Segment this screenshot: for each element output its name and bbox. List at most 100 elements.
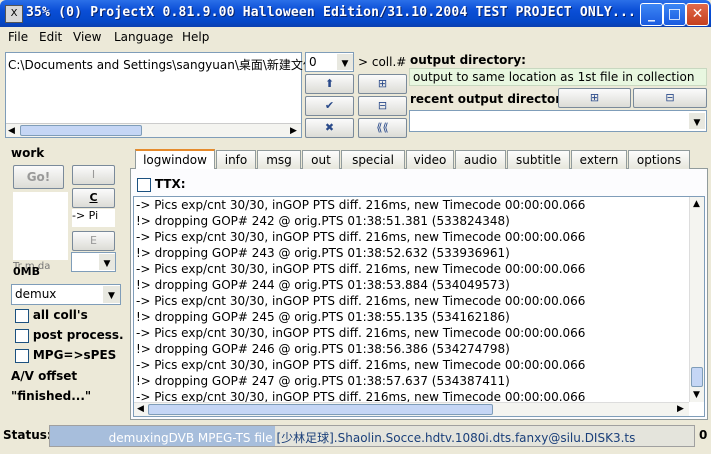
app-icon: X bbox=[5, 5, 23, 23]
all-colls-checkbox[interactable]: all coll's bbox=[15, 308, 88, 323]
mpg-spes-label: MPG=>sPES bbox=[32, 348, 117, 362]
remove-collection-button[interactable]: ⊟ bbox=[358, 96, 407, 116]
title-bar: X 35% (0) ProjectX 0.81.9.00 Halloween E… bbox=[0, 0, 711, 27]
chevron-down-icon[interactable]: ▼ bbox=[99, 254, 115, 270]
log-line: -> Pics exp/cnt 30/30, inGOP PTS diff. 2… bbox=[136, 198, 586, 212]
log-line: !> dropping GOP# 247 @ orig.PTS 01:38:57… bbox=[136, 374, 510, 388]
add-directory-button[interactable]: ⊞ bbox=[558, 88, 631, 108]
menu-file[interactable]: File bbox=[8, 30, 28, 44]
minimize-button[interactable]: _ bbox=[640, 3, 663, 26]
tab-options[interactable]: options bbox=[628, 150, 690, 169]
go-button[interactable]: Go! bbox=[13, 165, 64, 189]
confirm-button[interactable]: ✔ bbox=[305, 96, 354, 116]
scroll-left-icon[interactable]: ◀ bbox=[8, 126, 15, 136]
tab-extern[interactable]: extern bbox=[571, 150, 627, 169]
all-colls-label: all coll's bbox=[32, 308, 88, 322]
close-button[interactable]: ✕ bbox=[686, 3, 709, 26]
info-button[interactable]: I bbox=[72, 165, 115, 185]
rewind-icon: ⟪⟪ bbox=[376, 121, 389, 134]
checkbox-icon[interactable] bbox=[15, 308, 29, 323]
tab-out[interactable]: out bbox=[302, 150, 340, 169]
post-process-checkbox[interactable]: post process. bbox=[15, 328, 124, 343]
maximize-button[interactable]: □ bbox=[663, 3, 686, 26]
coll-label: > coll.# bbox=[358, 55, 407, 69]
menu-bar: File Edit View Language Help bbox=[0, 27, 711, 48]
work-label: work bbox=[11, 146, 45, 160]
plus-icon: ⊞ bbox=[589, 91, 600, 104]
cut-button-label: C bbox=[89, 191, 98, 204]
tab-msg[interactable]: msg bbox=[257, 150, 301, 169]
scroll-right-icon[interactable]: ▶ bbox=[290, 126, 297, 136]
tab-special[interactable]: special bbox=[341, 150, 405, 169]
work-preview: -> Pi bbox=[72, 209, 115, 227]
recent-directories-select[interactable]: ▼ bbox=[409, 110, 707, 132]
log-line: -> Pics exp/cnt 30/30, inGOP PTS diff. 2… bbox=[136, 326, 586, 340]
tab-subtitle[interactable]: subtitle bbox=[507, 150, 570, 169]
tab-info[interactable]: info bbox=[216, 150, 256, 169]
output-directory-field[interactable]: output to same location as 1st file in c… bbox=[409, 68, 707, 86]
post-process-label: post process. bbox=[32, 328, 124, 342]
remove-directory-button[interactable]: ⊟ bbox=[633, 88, 707, 108]
checkbox-icon[interactable] bbox=[15, 328, 29, 343]
scroll-thumb[interactable] bbox=[20, 125, 142, 136]
log-vscroll-thumb[interactable] bbox=[691, 367, 703, 387]
log-line: !> dropping GOP# 242 @ orig.PTS 01:38:51… bbox=[136, 214, 510, 228]
collection-number-select[interactable]: 0 ▼ bbox=[305, 52, 354, 72]
log-line: !> dropping GOP# 244 @ orig.PTS 01:38:53… bbox=[136, 278, 510, 292]
log-line: !> dropping GOP# 243 @ orig.PTS 01:38:52… bbox=[136, 246, 510, 260]
collection-number-value: 0 bbox=[309, 55, 317, 69]
tab-audio[interactable]: audio bbox=[455, 150, 506, 169]
plus-icon: ⊞ bbox=[377, 77, 388, 90]
chevron-down-icon[interactable]: ▼ bbox=[337, 54, 353, 70]
work-preview-text: -> Pi bbox=[72, 209, 99, 222]
file-list[interactable]: C:\Documents and Settings\sangyuan\桌面\新建… bbox=[5, 52, 315, 138]
status-label: Status: bbox=[3, 428, 52, 442]
chevron-down-icon[interactable]: ▼ bbox=[103, 286, 120, 303]
log-line: -> Pics exp/cnt 30/30, inGOP PTS diff. 2… bbox=[136, 294, 586, 308]
file-list-hscrollbar[interactable]: ◀ ▶ bbox=[6, 123, 301, 137]
log-hscroll-thumb[interactable] bbox=[148, 404, 493, 415]
mode-select[interactable]: demux ▼ bbox=[11, 284, 121, 305]
chevron-down-icon[interactable]: ▼ bbox=[689, 113, 705, 129]
edit-button-label: E bbox=[90, 234, 97, 247]
scroll-right-icon[interactable]: ▶ bbox=[677, 404, 684, 414]
status-message: demuxingDVB MPEG-TS file [少林足球].Shaolin.… bbox=[50, 429, 694, 446]
menu-help[interactable]: Help bbox=[182, 30, 209, 44]
scroll-left-icon[interactable]: ◀ bbox=[137, 404, 144, 414]
log-window[interactable]: -> Pics exp/cnt 30/30, inGOP PTS diff. 2… bbox=[133, 196, 705, 417]
rewind-button[interactable]: ⟪⟪ bbox=[358, 118, 407, 138]
menu-view[interactable]: View bbox=[73, 30, 101, 44]
edit-button[interactable]: E bbox=[72, 231, 115, 251]
log-line: -> Pics exp/cnt 30/30, inGOP PTS diff. 2… bbox=[136, 262, 586, 276]
menu-edit[interactable]: Edit bbox=[39, 30, 62, 44]
tab-video[interactable]: video bbox=[406, 150, 454, 169]
check-icon: ✔ bbox=[324, 99, 335, 112]
output-directory-value: output to same location as 1st file in c… bbox=[413, 70, 695, 84]
ttx-checkbox[interactable]: TTX: bbox=[137, 177, 186, 192]
menu-language[interactable]: Language bbox=[114, 30, 173, 44]
av-offset-label: A/V offset bbox=[11, 369, 78, 383]
ttx-label: TTX: bbox=[154, 177, 186, 191]
x-icon: ✖ bbox=[324, 121, 335, 134]
checkbox-icon[interactable] bbox=[137, 177, 151, 192]
scroll-up-icon[interactable]: ▲ bbox=[693, 199, 700, 209]
info-button-label: I bbox=[91, 168, 96, 181]
go-label: Go! bbox=[26, 170, 51, 184]
cancel-button[interactable]: ✖ bbox=[305, 118, 354, 138]
move-up-button[interactable]: ⬆ bbox=[305, 74, 354, 94]
output-directory-label: output directory: bbox=[410, 53, 526, 67]
add-collection-button[interactable]: ⊞ bbox=[358, 74, 407, 94]
mpg-spes-checkbox[interactable]: MPG=>sPES bbox=[15, 348, 116, 363]
file-path: C:\Documents and Settings\sangyuan\桌面\新建… bbox=[8, 58, 315, 72]
checkbox-icon[interactable] bbox=[15, 348, 29, 363]
scroll-down-icon[interactable]: ▼ bbox=[693, 390, 700, 400]
log-hscrollbar[interactable]: ◀ ▶ bbox=[134, 402, 689, 416]
log-line: !> dropping GOP# 245 @ orig.PTS 01:38:55… bbox=[136, 310, 510, 324]
work-select[interactable]: ▼ bbox=[71, 252, 116, 272]
status-text: demuxingDVB MPEG-TS file bbox=[108, 431, 273, 445]
log-vscrollbar[interactable]: ▲ ▼ bbox=[689, 197, 704, 402]
cut-button[interactable]: C bbox=[72, 188, 115, 208]
minus-icon: ⊟ bbox=[665, 91, 675, 104]
work-list bbox=[13, 192, 68, 260]
tab-logwindow[interactable]: logwindow bbox=[135, 149, 215, 169]
